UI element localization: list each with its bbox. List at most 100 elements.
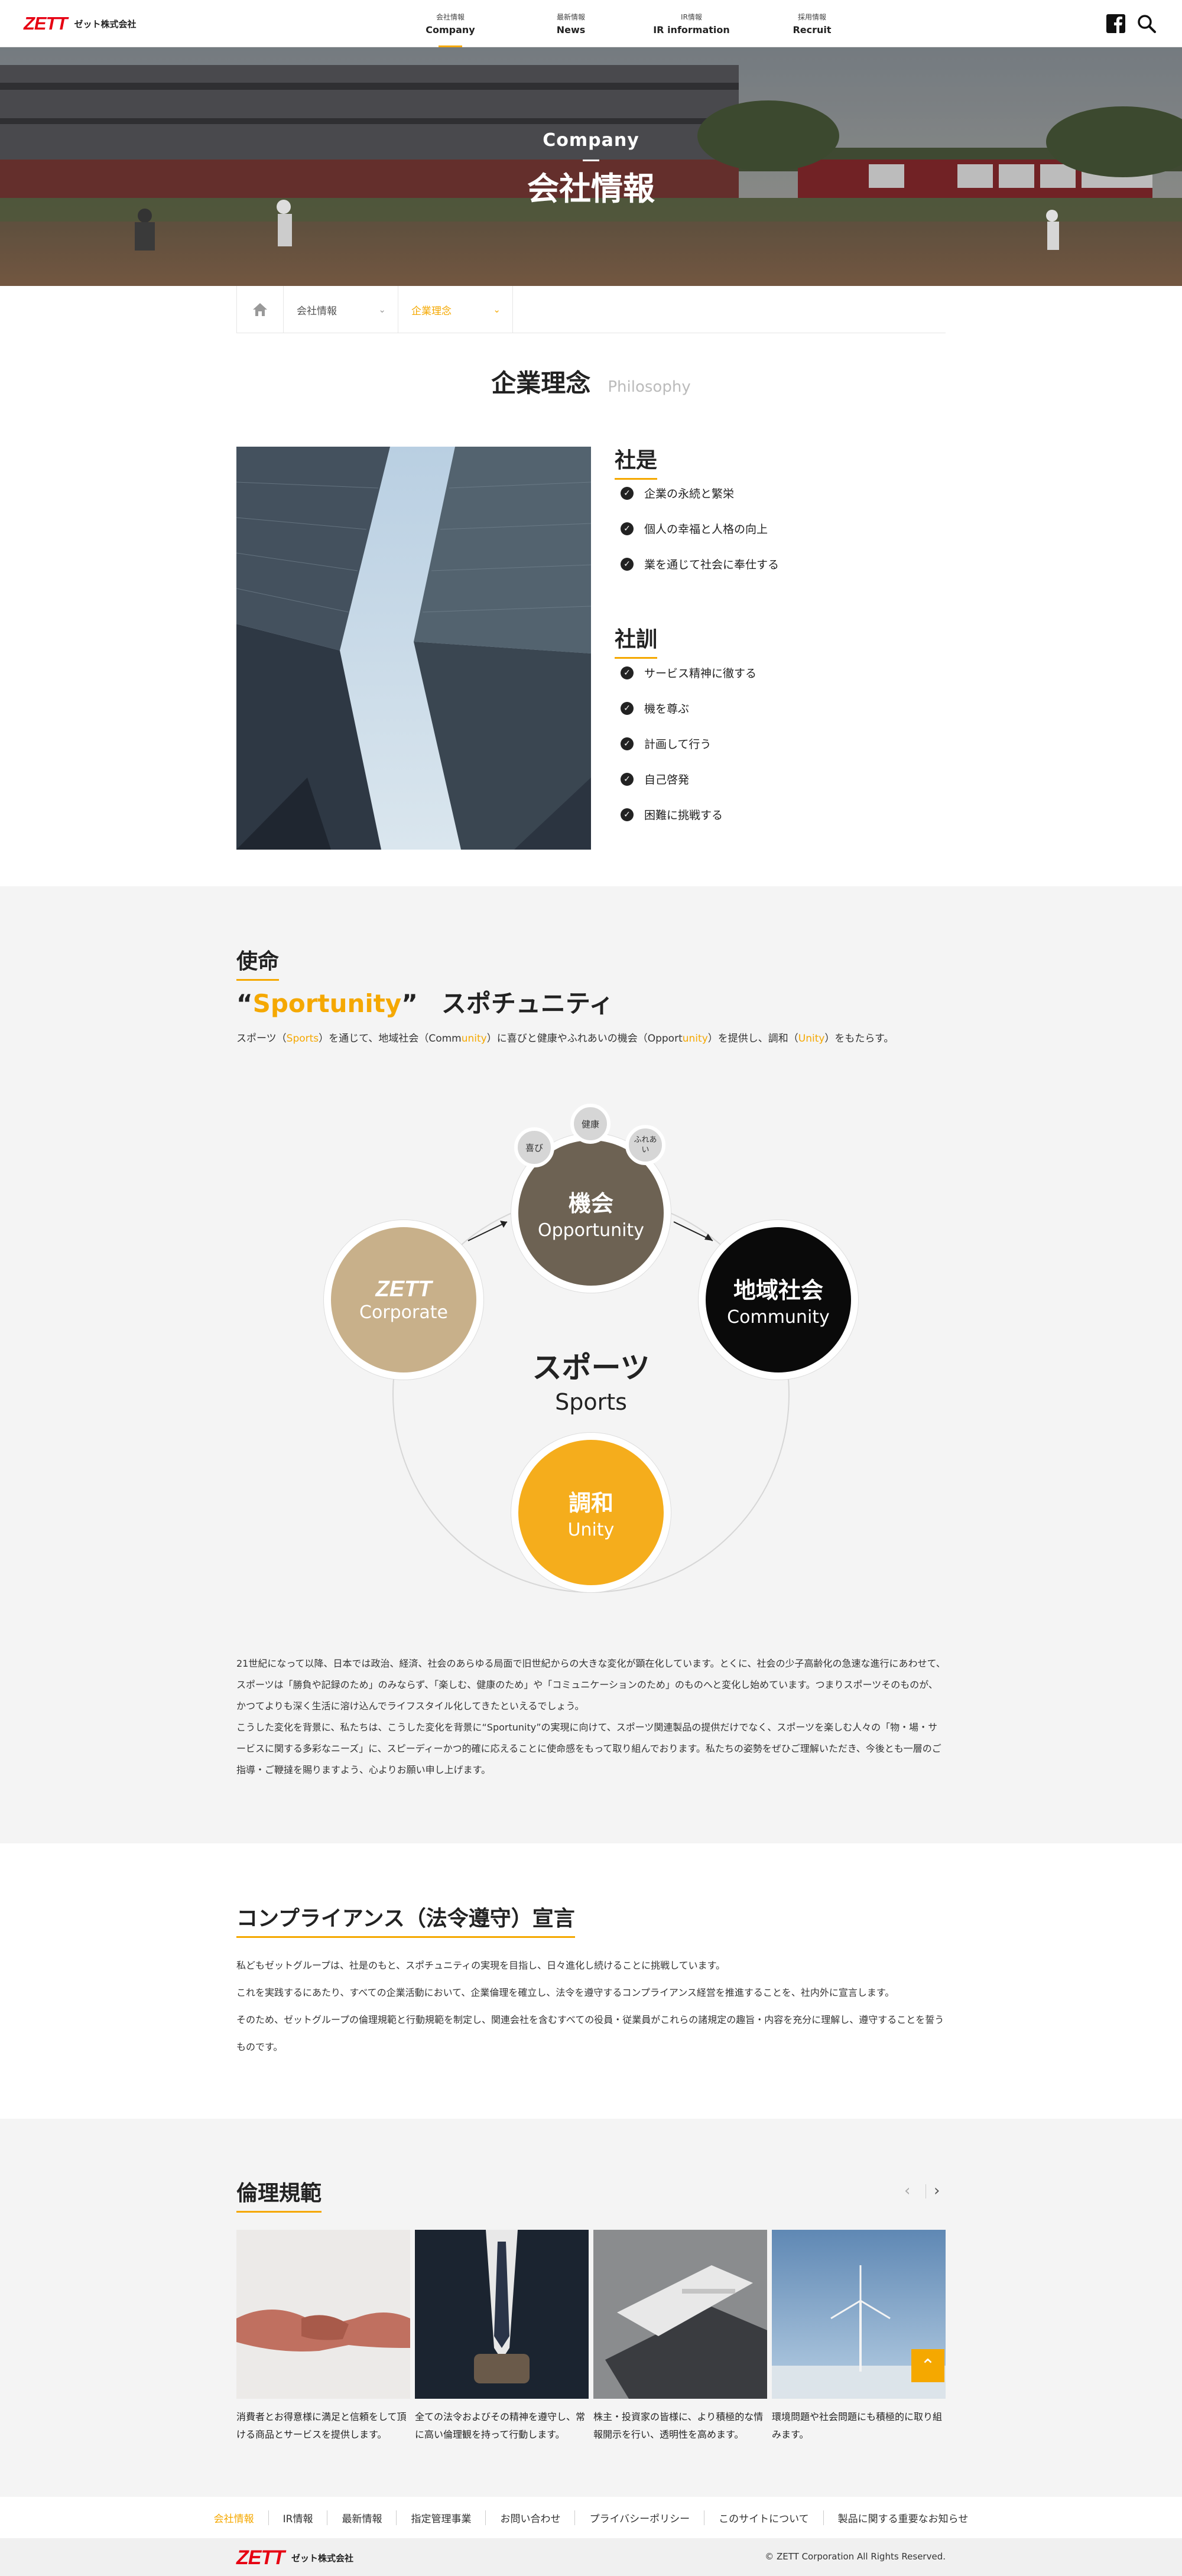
shaze-text: 業を通じて社会に奉仕する	[644, 558, 780, 571]
slogan-jp: スポチュニティ	[441, 989, 614, 1018]
ethics-title: 倫理規範	[236, 2176, 322, 2213]
check-icon: ✓	[621, 666, 634, 679]
ethics-card[interactable]: 消費者とお得意様に満足と信頼をして頂ける商品とサービスを提供します。	[236, 2230, 410, 2444]
opportunity-en: Opportunity	[537, 1220, 645, 1241]
footer-link[interactable]: 最新情報	[327, 2510, 397, 2525]
shakun-text: 計画して行う	[644, 738, 712, 751]
desc-text: スポーツ（	[236, 1033, 287, 1045]
unity-en: Unity	[567, 1520, 615, 1540]
check-icon: ✓	[621, 522, 634, 535]
ethics-card[interactable]: 株主・投資家の皆様に、より積極的な情報開示を行い、透明性を高めます。	[593, 2230, 767, 2444]
footer-logo[interactable]: ZETT ゼット株式会社	[236, 2546, 353, 2570]
quote-close: ”	[401, 989, 418, 1018]
nav-label-en: IR information	[653, 24, 730, 35]
site-logo[interactable]: ZETT ゼット株式会社	[24, 13, 137, 34]
nav-recruit[interactable]: 採用情報 Recruit	[752, 0, 872, 47]
laptop-photo	[593, 2230, 767, 2399]
shakun-text: 自己啓発	[644, 773, 690, 786]
footer-link[interactable]: 製品に関する重要なお知らせ	[824, 2510, 983, 2525]
footer-link[interactable]: IR情報	[269, 2510, 328, 2525]
shakun-text: サービス精神に徹する	[644, 667, 757, 680]
corporate-circle: ZETT Corporate	[331, 1227, 476, 1372]
unity-jp: 調和	[568, 1490, 613, 1516]
breadcrumb-home[interactable]	[236, 286, 284, 333]
desc-highlight: unity	[461, 1033, 487, 1045]
health-bubble: 健康	[570, 1104, 611, 1144]
desc-text: ）を提供し、調和（	[707, 1033, 798, 1045]
footer-bar: ZETT ゼット株式会社 © ZETT Corporation All Righ…	[0, 2538, 1182, 2576]
shakun-item: ✓ 機を尊ぶ	[621, 700, 689, 716]
handshake-photo	[236, 2230, 410, 2399]
center-jp: スポーツ	[532, 1351, 650, 1385]
compliance-body: 私どもゼットグループは、社是のもと、スポチュニティの実現を目指し、日々進化し続け…	[236, 1952, 946, 2061]
hero-banner: Company 会社情報	[0, 47, 1182, 286]
global-nav: 会社情報 Company 最新情報 News IR情報 IR informati…	[390, 0, 872, 47]
company-name: ゼット株式会社	[291, 2553, 353, 2564]
breadcrumb: 会社情報 ⌄ 企業理念 ⌄	[236, 286, 946, 333]
footer-link[interactable]: 会社情報	[200, 2510, 269, 2525]
scroll-top-button[interactable]: ⌃	[911, 2349, 944, 2382]
mission-body: 21世紀になって以降、日本では政治、経済、社会のあらゆる局面で旧世紀からの大きな…	[236, 1653, 946, 1781]
ethics-card[interactable]: 環境問題や社会問題にも積極的に取り組みます。	[772, 2230, 946, 2444]
corporate-label: Corporate	[359, 1302, 448, 1323]
philosophy-heading: 企業理念 Philosophy	[0, 363, 1182, 399]
shaze-item: ✓ 業を通じて社会に奉仕する	[621, 556, 779, 572]
company-name: ゼット株式会社	[74, 18, 137, 30]
compliance-title: コンプライアンス（法令遵守）宣言	[236, 1901, 575, 1938]
breadcrumb-item-philosophy[interactable]: 企業理念 ⌄	[398, 286, 513, 333]
chevron-left-icon: ‹	[904, 2182, 911, 2200]
shakun-item: ✓ 計画して行う	[621, 736, 711, 752]
shaze-item: ✓ 個人の幸福と人格の向上	[621, 521, 768, 536]
nav-label-en: News	[556, 24, 586, 35]
breadcrumb-label: 企業理念	[411, 305, 452, 317]
home-icon	[253, 303, 267, 316]
bubble-label: ふれあい	[634, 1136, 657, 1154]
opportunity-jp: 機会	[568, 1191, 613, 1217]
mission-slogan: “Sportunity” スポチュニティ	[236, 984, 613, 1020]
nav-ir[interactable]: IR情報 IR information	[631, 0, 752, 47]
unity-circle: 調和 Unity	[518, 1440, 664, 1585]
footer-nav: 会社情報 IR情報 最新情報 指定管理事業 お問い合わせ プライバシーポリシー …	[0, 2497, 1182, 2538]
carousel-prev[interactable]: ‹	[904, 2182, 910, 2200]
footer-link[interactable]: プライバシーポリシー	[575, 2510, 705, 2525]
nav-company[interactable]: 会社情報 Company	[390, 0, 511, 47]
check-icon: ✓	[621, 808, 634, 821]
slogan-text: Sportunity	[252, 989, 402, 1018]
compliance-line: 私どもゼットグループは、社是のもと、スポチュニティの実現を目指し、日々進化し続け…	[236, 1960, 726, 1971]
diagram-center: スポーツ Sports	[473, 1344, 709, 1415]
mission-description: スポーツ（Sports）を通じて、地域社会（Community）に喜びと健康やふ…	[236, 1030, 894, 1045]
shakun-text: 困難に挑戦する	[644, 809, 723, 822]
desc-text: ）に喜びと健康やふれあいの機会（Opport	[486, 1033, 683, 1045]
nav-label-jp: IR情報	[681, 13, 702, 21]
bubble-label: 健康	[581, 1118, 599, 1130]
desc-text: ）を通じて、地域社会（Comm	[319, 1033, 462, 1045]
ethics-card[interactable]: 全ての法令およびその精神を遵守し、常に高い倫理観を持って行動します。	[415, 2230, 589, 2444]
shakun-title: 社訓	[615, 622, 658, 659]
search-icon[interactable]	[1136, 13, 1157, 34]
card-text: 全ての法令およびその精神を遵守し、常に高い倫理観を持って行動します。	[415, 2411, 586, 2440]
hero-title: 会社情報	[527, 170, 655, 207]
ethics-section	[0, 2119, 1182, 2497]
footer-link[interactable]: お問い合わせ	[486, 2510, 576, 2525]
desc-highlight: unity	[682, 1033, 708, 1045]
skyscraper-photo	[236, 447, 591, 850]
nav-label-en: Recruit	[793, 24, 832, 35]
chevron-right-icon: ›	[934, 2182, 940, 2200]
shaze-text: 個人の幸福と人格の向上	[644, 523, 768, 536]
footer-link[interactable]: このサイトについて	[704, 2510, 824, 2525]
facebook-icon[interactable]	[1105, 13, 1126, 34]
site-header: ZETT ゼット株式会社 会社情報 Company 最新情報 News IR情報…	[0, 0, 1182, 47]
hero-divider	[583, 160, 599, 161]
breadcrumb-item-company[interactable]: 会社情報 ⌄	[284, 286, 398, 333]
check-icon: ✓	[621, 772, 634, 786]
nav-news[interactable]: 最新情報 News	[511, 0, 631, 47]
shakun-item: ✓ 自己啓発	[621, 771, 689, 787]
check-icon: ✓	[621, 701, 634, 715]
footer-link[interactable]: 指定管理事業	[397, 2510, 486, 2525]
card-text: 株主・投資家の皆様に、より積極的な情報開示を行い、透明性を高めます。	[593, 2411, 764, 2440]
community-jp: 地域社会	[733, 1277, 823, 1303]
nav-label-jp: 採用情報	[797, 13, 826, 21]
carousel-next[interactable]: ›	[934, 2182, 940, 2200]
compliance-line: そのため、ゼットグループの倫理規範と行動規範を制定し、関連会社を含むすべての役員…	[236, 2014, 944, 2053]
mission-title: 使命	[236, 944, 280, 981]
